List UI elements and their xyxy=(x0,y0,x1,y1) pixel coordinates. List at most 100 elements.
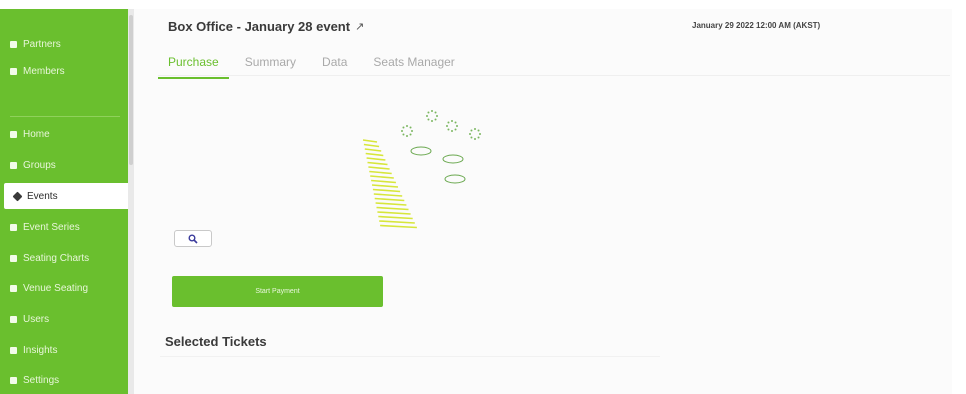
tab-divider xyxy=(158,75,950,76)
selected-tickets-divider xyxy=(160,356,660,357)
events-icon xyxy=(12,191,23,201)
sidebar-divider xyxy=(10,116,120,117)
seat-row[interactable] xyxy=(370,175,394,179)
seat-dot[interactable] xyxy=(474,128,476,130)
seat-row[interactable] xyxy=(369,170,392,175)
seat-row[interactable] xyxy=(379,220,415,224)
sidebar-item-settings[interactable]: Settings xyxy=(0,367,128,393)
sidebar-item-events[interactable]: Events xyxy=(4,183,128,209)
seat-dot[interactable] xyxy=(401,130,403,132)
seat-row[interactable] xyxy=(373,193,403,197)
seat-row[interactable] xyxy=(378,215,413,220)
seat-dot[interactable] xyxy=(474,138,476,140)
seat-dot[interactable] xyxy=(406,125,408,127)
page-title-text: Box Office - January 28 event xyxy=(168,19,351,34)
seat-row[interactable] xyxy=(377,211,411,215)
seat-dot[interactable] xyxy=(427,111,430,114)
sidebar-item-venue-seating[interactable]: Venue Seating xyxy=(0,275,128,301)
external-link-icon[interactable]: ↗ xyxy=(355,20,364,33)
settings-icon xyxy=(10,376,17,384)
seat-dot[interactable] xyxy=(434,118,437,121)
seat-row[interactable] xyxy=(371,179,396,184)
seat-row[interactable] xyxy=(375,202,407,206)
sidebar-item-label: Seating Charts xyxy=(23,252,90,264)
seat-dot[interactable] xyxy=(436,115,438,117)
window-top-edge xyxy=(0,0,966,9)
seat-dot[interactable] xyxy=(479,133,481,135)
groups-icon xyxy=(10,161,17,169)
table-cluster[interactable] xyxy=(410,146,466,184)
seat-row[interactable] xyxy=(366,157,386,161)
sidebar-item-home[interactable]: Home xyxy=(0,121,128,147)
partners-icon xyxy=(10,40,17,48)
seat-row[interactable] xyxy=(368,166,390,170)
seat-row[interactable] xyxy=(363,143,380,148)
sidebar-scrollbar-thumb[interactable] xyxy=(129,15,133,165)
members-icon xyxy=(10,67,17,75)
start-payment-button[interactable]: Start Payment xyxy=(172,276,383,307)
selected-tickets-heading: Selected Tickets xyxy=(165,334,267,349)
seat-dot[interactable] xyxy=(409,133,412,136)
event-series-icon xyxy=(10,223,17,231)
sidebar-item-seating-charts[interactable]: Seating Charts xyxy=(0,245,128,271)
seat-dot[interactable] xyxy=(470,136,473,139)
seat-dot[interactable] xyxy=(456,125,458,127)
seat-section-fan[interactable] xyxy=(362,139,417,229)
seat-dot[interactable] xyxy=(411,130,413,132)
sidebar-item-label: Event Series xyxy=(23,221,80,233)
table-section[interactable] xyxy=(444,174,466,184)
seat-dot[interactable] xyxy=(431,110,433,112)
zoom-button[interactable] xyxy=(174,230,212,247)
app-window: Partners Members Home Groups Events Even… xyxy=(0,0,966,394)
sidebar-item-label: Users xyxy=(23,313,50,325)
seat-row[interactable] xyxy=(364,148,382,152)
seat-dot[interactable] xyxy=(406,135,408,137)
seat-dot[interactable] xyxy=(434,111,437,114)
sidebar-item-label: Home xyxy=(23,128,50,140)
window-right-edge xyxy=(952,0,966,394)
sidebar-item-label: Venue Seating xyxy=(23,282,89,294)
sidebar-item-insights[interactable]: Insights xyxy=(0,337,128,363)
home-icon xyxy=(10,130,17,138)
sidebar: Partners Members Home Groups Events Even… xyxy=(0,9,128,394)
seat-dot[interactable] xyxy=(409,126,412,129)
sidebar-item-members[interactable]: Members xyxy=(0,58,128,84)
seat-row[interactable] xyxy=(367,161,388,166)
seat-dot[interactable] xyxy=(402,126,405,129)
seat-dot[interactable] xyxy=(446,125,448,127)
seat-dot[interactable] xyxy=(447,128,450,131)
seat-dot[interactable] xyxy=(469,133,471,135)
sidebar-item-partners[interactable]: Partners xyxy=(0,31,128,57)
table-section[interactable] xyxy=(442,154,464,164)
sidebar-item-label: Partners xyxy=(23,38,61,50)
sidebar-item-users[interactable]: Users xyxy=(0,306,128,332)
sidebar-item-label: Members xyxy=(23,65,65,77)
seat-dot[interactable] xyxy=(402,133,405,136)
seat-dot[interactable] xyxy=(477,129,480,132)
seat-dot[interactable] xyxy=(431,120,433,122)
seat-row[interactable] xyxy=(372,188,401,193)
seat-row[interactable] xyxy=(371,184,399,188)
magnifier-icon xyxy=(188,234,198,244)
seat-row[interactable] xyxy=(380,224,417,229)
round-table-cluster[interactable] xyxy=(401,110,481,140)
seat-row[interactable] xyxy=(362,139,378,143)
users-icon xyxy=(10,315,17,323)
seat-dot[interactable] xyxy=(454,121,457,124)
table-section[interactable] xyxy=(410,146,432,156)
sidebar-item-event-series[interactable]: Event Series xyxy=(0,214,128,240)
seat-dot[interactable] xyxy=(451,130,453,132)
seat-dot[interactable] xyxy=(470,129,473,132)
seat-row[interactable] xyxy=(365,152,384,157)
seat-dot[interactable] xyxy=(426,115,428,117)
sidebar-item-groups[interactable]: Groups xyxy=(0,152,128,178)
seat-row[interactable] xyxy=(374,197,405,202)
seating-map[interactable] xyxy=(355,102,495,242)
seat-dot[interactable] xyxy=(447,121,450,124)
seat-dot[interactable] xyxy=(451,120,453,122)
seat-dot[interactable] xyxy=(454,128,457,131)
seat-dot[interactable] xyxy=(427,118,430,121)
seat-dot[interactable] xyxy=(477,136,480,139)
seat-row[interactable] xyxy=(376,206,409,211)
sidebar-scrollbar[interactable] xyxy=(128,9,134,394)
